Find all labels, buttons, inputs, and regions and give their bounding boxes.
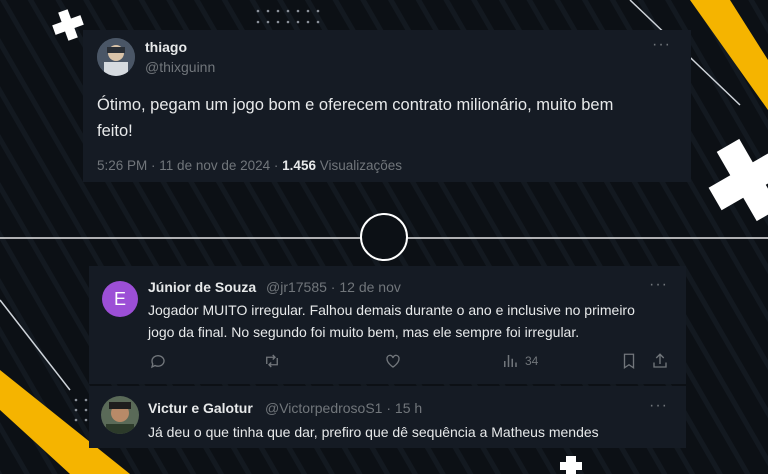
main-tweet-card: thiago @thixguinn ··· Ótimo, pegam um jo… [83, 30, 691, 182]
author-name[interactable]: thiago [145, 39, 187, 55]
reply-timestamp[interactable]: 12 de nov [339, 279, 401, 295]
views-count: 34 [525, 354, 539, 368]
comment-icon [150, 355, 165, 369]
tweet-time[interactable]: 5:26 PM [97, 158, 147, 173]
bookmark-icon [623, 353, 635, 370]
more-options-icon[interactable]: ··· [652, 36, 671, 54]
author-handle: @VictorpedrosoS1 · 15 h [265, 400, 423, 416]
author-name[interactable]: Júnior de Souza [148, 279, 256, 295]
reply-text: Já deu o que tinha que dar, prefiro que … [148, 421, 678, 443]
tweet-meta: 5:26 PM · 11 de nov de 2024 · 1.456 Visu… [97, 158, 403, 173]
reply-text-line1: Jogador MUITO irregular. Falhou demais d… [148, 302, 635, 318]
avatar[interactable]: E [102, 281, 138, 317]
share-icon [653, 353, 667, 368]
author-name[interactable]: Victur e Galotur [148, 400, 253, 416]
reply-button[interactable] [149, 352, 167, 370]
author-handle: @jr17585 · 12 de nov [266, 279, 401, 295]
reply-timestamp[interactable]: 15 h [395, 400, 422, 416]
heart-icon [386, 354, 400, 368]
like-button[interactable] [384, 352, 402, 370]
reply-text: Jogador MUITO irregular. Falhou demais d… [148, 299, 678, 343]
reply-card: E Júnior de Souza @jr17585 · 12 de nov ·… [89, 266, 686, 384]
reply-text-line2: jogo da final. No segundo foi muito bem,… [148, 324, 580, 340]
avatar-letter: E [113, 288, 126, 309]
more-options-icon[interactable]: ··· [649, 276, 668, 294]
avatar[interactable] [97, 38, 135, 76]
avatar[interactable] [101, 396, 139, 434]
tweet-text: Ótimo, pegam um jogo bom e oferecem cont… [97, 92, 682, 144]
reply-text-line1: Já deu o que tinha que dar, prefiro que … [148, 424, 599, 440]
views-count: 1.456 [282, 158, 316, 173]
author-handle-text[interactable]: @jr17585 [266, 279, 327, 295]
views-button[interactable]: 34 [501, 352, 538, 370]
author-handle[interactable]: @thixguinn [145, 59, 215, 75]
retweet-icon [266, 354, 278, 368]
more-options-icon[interactable]: ··· [649, 397, 668, 415]
reply-card: Victur e Galotur @VictorpedrosoS1 · 15 h… [89, 386, 686, 448]
retweet-button[interactable] [263, 352, 281, 370]
tweet-date[interactable]: 11 de nov de 2024 [159, 158, 270, 173]
chart-icon [504, 355, 517, 367]
views-label: Visualizações [319, 158, 403, 173]
share-button[interactable] [651, 352, 669, 370]
bookmark-button[interactable] [620, 352, 638, 370]
author-handle-text[interactable]: @VictorpedrosoS1 [265, 400, 382, 416]
tweet-text-line1: Ótimo, pegam um jogo bom e oferecem cont… [97, 96, 614, 114]
tweet-text-line2: feito! [97, 122, 133, 140]
